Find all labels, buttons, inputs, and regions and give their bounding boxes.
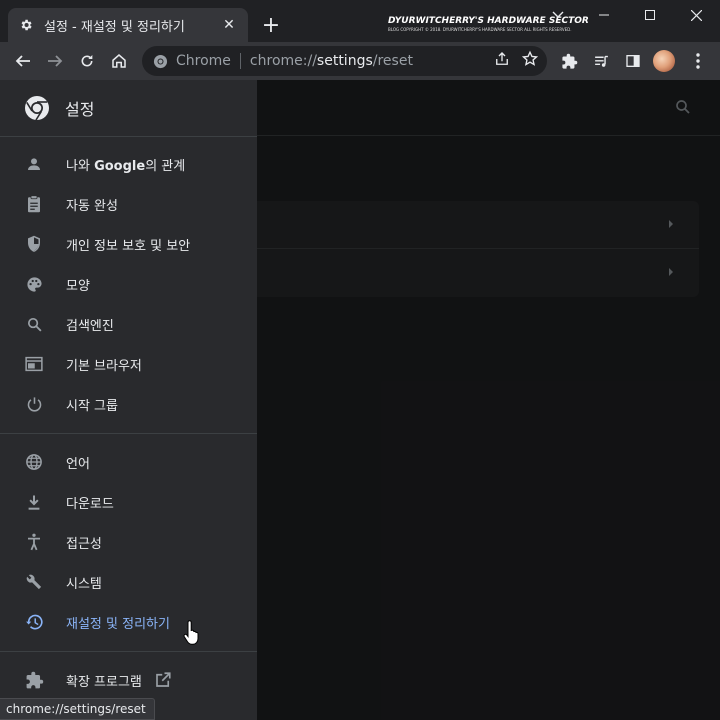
sidebar-item-label: 다운로드 — [66, 496, 114, 512]
close-icon — [690, 9, 702, 21]
sidebar-item-label: 개인 정보 보호 및 보안 — [66, 238, 191, 254]
power-icon — [24, 394, 44, 414]
url-text: chrome://settings/reset — [250, 53, 413, 69]
drawer-title: 설정 — [65, 100, 95, 119]
home-icon — [112, 54, 126, 68]
url-host: settings — [316, 53, 373, 69]
queue-music-icon — [594, 55, 608, 67]
person-icon — [24, 154, 44, 174]
toolbar: Chrome chrome://settings/reset — [0, 42, 720, 80]
media-button[interactable] — [587, 47, 615, 75]
sidebar-item-reset[interactable]: 재설정 및 정리하기 — [0, 602, 257, 642]
menu-divider — [0, 651, 257, 652]
watermark: DYURWITCHERRY'S HARDWARE SECTOR BLOG COP… — [388, 16, 589, 32]
sidebar-item-appearance[interactable]: 모양 — [0, 264, 257, 304]
drawer-header: 설정 — [0, 80, 257, 137]
sidebar-item-default-browser[interactable]: 기본 브라우저 — [0, 344, 257, 384]
sidebar-item-label: 검색엔진 — [66, 318, 114, 334]
watermark-title: DYURWITCHERRY'S HARDWARE SECTOR — [388, 16, 589, 26]
sidebar-item-label: 접근성 — [66, 536, 102, 552]
menu-button[interactable] — [684, 47, 712, 75]
label-prefix: 나와 — [66, 158, 95, 174]
reload-button[interactable] — [73, 47, 101, 75]
sidebar-item-you-and-google[interactable]: 나와 Google의 관계 — [0, 144, 257, 184]
omnibox-actions — [493, 50, 539, 68]
side-panel-button[interactable] — [619, 47, 647, 75]
close-window-button[interactable] — [673, 4, 719, 26]
restore-icon — [24, 612, 44, 632]
back-button[interactable] — [9, 47, 37, 75]
avatar[interactable] — [653, 50, 675, 72]
omnibox-separator — [239, 53, 241, 69]
sidebar-item-label: 시작 그룹 — [66, 398, 118, 414]
palette-icon — [24, 274, 44, 294]
sidebar-item-label: 언어 — [66, 456, 90, 472]
sidebar-item-label: 시스템 — [66, 576, 102, 592]
tab-strip: 설정 - 재설정 및 정리하기 ✕ + DYURWITCHERRY'S HARD… — [0, 0, 720, 42]
address-bar[interactable]: Chrome chrome://settings/reset — [142, 46, 547, 76]
reload-icon — [81, 55, 93, 67]
search-icon — [24, 314, 44, 334]
url-scheme: chrome:// — [249, 53, 317, 69]
chevron-down-icon — [552, 11, 564, 18]
settings-menu: 나와 Google의 관계 자동 완성 개인 정보 보호 및 보안 모양 검색엔… — [0, 137, 257, 700]
watermark-subtitle: BLOG COPYRIGHT © 2018. DYURWITCHERRY'S H… — [388, 27, 572, 32]
sidebar-item-label: 기본 브라우저 — [66, 358, 142, 374]
shield-icon — [24, 234, 44, 254]
sidebar-item-languages[interactable]: 언어 — [0, 442, 257, 482]
maximize-icon — [645, 10, 655, 20]
new-tab-button[interactable]: + — [260, 13, 282, 38]
clipboard-icon — [24, 194, 44, 214]
more-vert-icon — [696, 53, 700, 69]
sidebar-item-label: 자동 완성 — [66, 198, 118, 214]
tab-settings[interactable]: 설정 - 재설정 및 정리하기 ✕ — [8, 8, 248, 42]
sidebar-item-accessibility[interactable]: 접근성 — [0, 522, 257, 562]
settings-drawer: 설정 나와 Google의 관계 자동 완성 개인 정보 보호 및 보안 모양 — [0, 80, 257, 720]
minimize-button[interactable] — [581, 4, 627, 26]
status-bar: chrome://settings/reset — [0, 698, 155, 720]
download-icon — [24, 492, 44, 512]
accessibility-icon — [24, 532, 44, 552]
sidebar-item-on-startup[interactable]: 시작 그룹 — [0, 384, 257, 424]
sidebar-item-search-engine[interactable]: 검색엔진 — [0, 304, 257, 344]
globe-icon — [24, 452, 44, 472]
minimize-icon — [599, 14, 609, 16]
forward-button[interactable] — [41, 47, 69, 75]
sidebar-item-system[interactable]: 시스템 — [0, 562, 257, 602]
sidebar-item-label: 모양 — [66, 278, 90, 294]
sidebar-item-privacy[interactable]: 개인 정보 보호 및 보안 — [0, 224, 257, 264]
puzzle-icon — [24, 670, 44, 690]
maximize-button[interactable] — [627, 4, 673, 26]
side-panel-icon — [626, 55, 640, 67]
puzzle-icon — [561, 53, 577, 69]
browser-icon — [24, 354, 44, 374]
chrome-icon — [152, 53, 168, 69]
tab-title: 설정 - 재설정 및 정리하기 — [44, 19, 185, 35]
url-path: /reset — [372, 53, 413, 69]
arrow-left-icon — [15, 55, 30, 67]
hand-cursor-icon — [183, 620, 199, 645]
label-suffix: 의 관계 — [145, 158, 186, 174]
chrome-logo-icon — [25, 96, 49, 121]
sidebar-item-label: 재설정 및 정리하기 — [66, 616, 170, 632]
tab-search-button[interactable] — [535, 4, 581, 26]
label-google: Google — [94, 158, 146, 174]
site-chip: Chrome — [176, 53, 231, 69]
sidebar-item-extensions[interactable]: 확장 프로그램 — [0, 660, 257, 700]
external-link-icon — [156, 672, 171, 687]
sidebar-item-autofill[interactable]: 자동 완성 — [0, 184, 257, 224]
sidebar-item-label: 확장 프로그램 — [66, 674, 142, 690]
star-icon[interactable] — [521, 50, 539, 68]
share-icon[interactable] — [493, 50, 511, 68]
gear-icon — [18, 17, 34, 33]
tab-close-button[interactable]: ✕ — [220, 16, 238, 34]
arrow-right-icon — [48, 55, 63, 67]
wrench-icon — [24, 572, 44, 592]
menu-divider — [0, 433, 257, 434]
home-button[interactable] — [105, 47, 133, 75]
sidebar-item-label: 나와 Google의 관계 — [66, 155, 185, 174]
extensions-button[interactable] — [555, 47, 583, 75]
sidebar-item-downloads[interactable]: 다운로드 — [0, 482, 257, 522]
